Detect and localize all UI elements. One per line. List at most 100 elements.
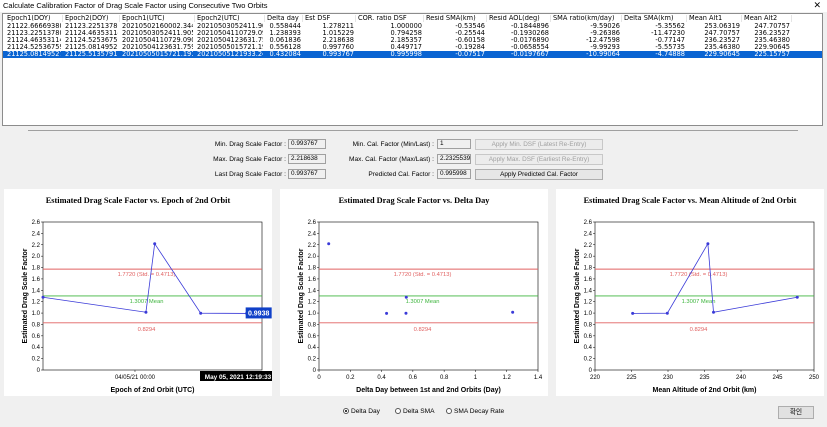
column-header[interactable]: Delta SMA(km) bbox=[622, 15, 687, 22]
data-point bbox=[404, 295, 408, 299]
data-point bbox=[153, 242, 157, 246]
window-title: Calculate Calibration Factor of Drag Sca… bbox=[3, 1, 268, 10]
min-cal-label: Min. Cal. Factor (Min/Last) : bbox=[352, 141, 434, 148]
table-cell: 235.46380 bbox=[754, 37, 790, 44]
table-cell: -0.0658554 bbox=[510, 44, 549, 51]
x-tick-label: 235 bbox=[699, 375, 710, 381]
y-tick-label: 0.4 bbox=[308, 345, 317, 351]
table-cell: 21125.08149527 bbox=[7, 51, 61, 58]
table-cell: -0.60158 bbox=[455, 37, 485, 44]
table-cell: 0.995998 bbox=[390, 51, 422, 58]
min-cal-field[interactable]: 1 bbox=[437, 139, 471, 149]
column-header[interactable]: Est DSF bbox=[303, 15, 356, 22]
table-cell: 1.278211 bbox=[322, 23, 354, 30]
table-cell: 247.70757 bbox=[704, 30, 740, 37]
table-cell: 21125.08149527 bbox=[65, 44, 118, 51]
radio-label: Delta Day bbox=[351, 408, 380, 415]
y-tick-label: 1.0 bbox=[584, 311, 593, 317]
table-cell: -5.35562 bbox=[655, 23, 685, 30]
mean-line-label: 1.3007 Mean bbox=[130, 299, 164, 305]
table-cell: 229.90645 bbox=[704, 51, 740, 58]
y-tick-label: 0.8 bbox=[308, 322, 317, 328]
ok-button[interactable]: 확인 bbox=[778, 406, 814, 419]
table-cell: 1.238393 bbox=[269, 30, 301, 37]
table-cell: 21123.22513780 bbox=[65, 23, 118, 30]
chart-vs-epoch[interactable]: Estimated Drag Scale Factor vs. Epoch of… bbox=[4, 189, 276, 396]
table-cell: 0.432084 bbox=[269, 51, 301, 58]
chart-title: Estimated Drag Scale Factor vs. Mean Alt… bbox=[584, 196, 797, 205]
table-row[interactable]: 21124.46353114 21124.52536759 202105041107… bbox=[3, 37, 822, 44]
column-header[interactable]: COR. ratio DSF bbox=[356, 15, 424, 22]
column-header[interactable]: Epoch1(UTC) bbox=[120, 15, 195, 22]
y-tick-label: 0.2 bbox=[32, 357, 41, 363]
table-cell: 0.061836 bbox=[269, 37, 301, 44]
radio-label: Delta SMA bbox=[403, 408, 435, 415]
column-header[interactable]: SMA ratio(km/day) bbox=[551, 15, 622, 22]
radio-delta-day[interactable]: Delta Day bbox=[343, 408, 380, 415]
max-cal-label: Max. Cal. Factor (Max/Last) : bbox=[348, 156, 434, 163]
last-dsf-label: Last Drag Scale Factor : bbox=[214, 171, 286, 178]
chart-vs-mean-altitude[interactable]: Estimated Drag Scale Factor vs. Mean Alt… bbox=[556, 189, 824, 396]
column-header[interactable]: Mean Alt2 bbox=[742, 15, 792, 22]
chart-title: Estimated Drag Scale Factor vs. Delta Da… bbox=[339, 196, 491, 205]
y-tick-label: 2.4 bbox=[584, 231, 593, 237]
y-tick-label: 2.6 bbox=[32, 220, 41, 226]
column-header[interactable]: Mean Alt1 bbox=[687, 15, 742, 22]
table-cell: 20210505121933.2412 bbox=[197, 51, 263, 58]
min-dsf-field[interactable]: 0.993767 bbox=[288, 139, 326, 149]
x-tick-label: 0.8 bbox=[440, 375, 449, 381]
column-header[interactable]: Resid AOL(deg) bbox=[487, 15, 551, 22]
apply-predicted-cal-button[interactable]: Apply Predicted Cal. Factor bbox=[475, 169, 603, 180]
column-header[interactable]: Epoch2(DOY) bbox=[63, 15, 120, 22]
y-tick-label: 0.2 bbox=[308, 357, 317, 363]
data-point bbox=[41, 295, 45, 299]
radio-delta-sma[interactable]: Delta SMA bbox=[395, 408, 435, 415]
last-dsf-field[interactable]: 0.993767 bbox=[288, 169, 326, 179]
results-table[interactable]: Epoch1(DOY) Epoch2(DOY) Epoch1(UTC) Epoch2(… bbox=[2, 13, 823, 126]
table-cell: 1.015229 bbox=[322, 30, 354, 37]
table-cell: -0.0197667 bbox=[510, 51, 549, 58]
table-cell: 236.23527 bbox=[704, 37, 740, 44]
table-row[interactable]: 21123.22513780 21124.46353114 202105030524… bbox=[3, 30, 822, 37]
column-header[interactable]: Resid SMA(km) bbox=[424, 15, 487, 22]
std-line-label: 1.7720 (Std. = 0.4713) bbox=[118, 272, 176, 278]
divider bbox=[28, 130, 798, 131]
title-bar: Calculate Calibration Factor of Drag Sca… bbox=[0, 0, 827, 12]
y-tick-label: 0.2 bbox=[584, 357, 593, 363]
table-row[interactable]: 21125.08149527 21125.51357918 202105050157… bbox=[3, 51, 822, 58]
table-cell: 0.993767 bbox=[322, 51, 354, 58]
y-tick-label: 1.8 bbox=[584, 266, 593, 272]
mean-line-label: 1.3007 Mean bbox=[406, 299, 440, 305]
y-tick-label: 2.0 bbox=[308, 254, 317, 260]
table-cell: 225.15757 bbox=[754, 51, 790, 58]
y-tick-label: 0.4 bbox=[32, 345, 41, 351]
data-point bbox=[712, 310, 716, 314]
table-cell: 21123.22513780 bbox=[7, 30, 61, 37]
radio-sma-decay-rate[interactable]: SMA Decay Rate bbox=[446, 408, 504, 415]
max-dsf-field[interactable]: 2.218638 bbox=[288, 154, 326, 164]
table-cell: 253.06319 bbox=[704, 23, 740, 30]
min-dsf-label: Min. Drag Scale Factor : bbox=[214, 141, 286, 148]
y-tick-label: 1.2 bbox=[584, 300, 593, 306]
close-icon[interactable]: ✕ bbox=[813, 0, 821, 11]
column-header[interactable]: Epoch2(UTC) bbox=[195, 15, 265, 22]
apply-min-dsf-button[interactable]: Apply Min. DSF (Latest Re-Entry) bbox=[475, 139, 603, 150]
data-point bbox=[144, 310, 148, 314]
column-header[interactable]: Epoch1(DOY) bbox=[5, 15, 63, 22]
radio-indicator bbox=[446, 408, 452, 415]
table-cell: -0.1844896 bbox=[510, 23, 549, 30]
table-cell: 20210505015721.1913 bbox=[122, 51, 193, 58]
pred-cal-field[interactable]: 0.995998 bbox=[437, 169, 471, 179]
table-cell: 20210503052411.9059 bbox=[197, 23, 263, 30]
apply-max-dsf-button[interactable]: Apply Max. DSF (Earliest Re-Entry) bbox=[475, 154, 603, 165]
max-cal-field[interactable]: 2.2325539 bbox=[437, 154, 471, 164]
table-cell: -0.1930268 bbox=[510, 30, 549, 37]
table-row[interactable]: 21122.66669380 21123.22513780 202105021600… bbox=[3, 23, 822, 30]
column-header[interactable]: Delta day bbox=[265, 15, 303, 22]
table-cell: 20210502160002.3443 bbox=[122, 23, 193, 30]
radio-label: SMA Decay Rate bbox=[454, 408, 505, 415]
max-dsf-label: Max. Drag Scale Factor : bbox=[213, 156, 286, 163]
table-row[interactable]: 21124.52536759 21125.08149527 202105041236… bbox=[3, 44, 822, 51]
table-cell: 20210504123631.7598 bbox=[122, 44, 193, 51]
chart-vs-delta-day[interactable]: Estimated Drag Scale Factor vs. Delta Da… bbox=[280, 189, 548, 396]
